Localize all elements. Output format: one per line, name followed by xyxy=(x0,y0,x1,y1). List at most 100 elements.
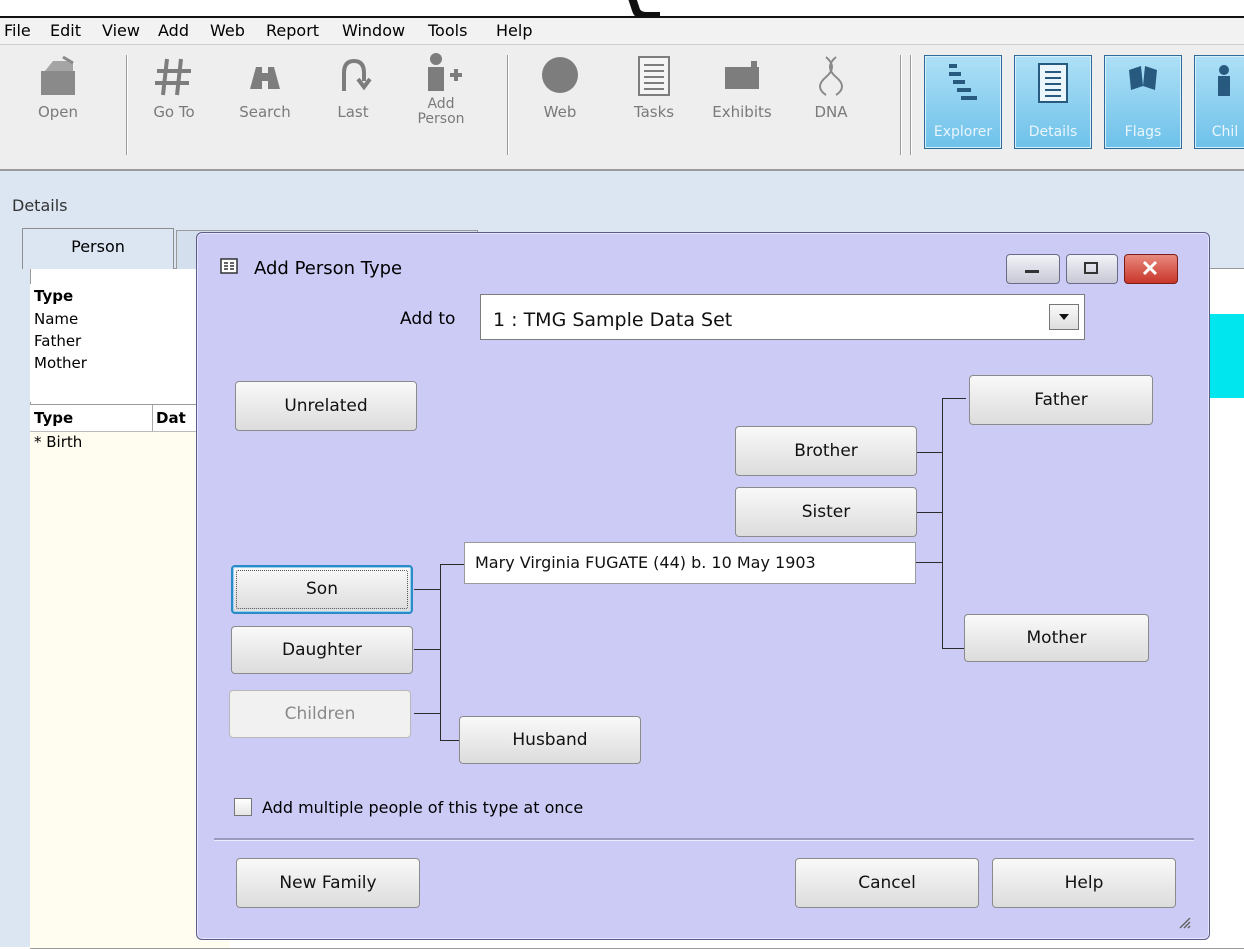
add-person-button[interactable]: Add Person xyxy=(396,49,486,127)
connector-line xyxy=(942,398,966,399)
camera-icon xyxy=(725,61,759,89)
web-button[interactable]: Web xyxy=(520,49,600,120)
add-multiple-checkbox[interactable] xyxy=(234,798,252,816)
toolbar-separator xyxy=(507,55,509,155)
father-button[interactable]: Father xyxy=(969,375,1153,425)
menu-help[interactable]: Help xyxy=(496,21,532,40)
last-button[interactable]: Last xyxy=(318,49,388,120)
new-family-button[interactable]: New Family xyxy=(236,858,420,908)
details-list-icon xyxy=(1038,63,1068,103)
grid-header-date: Dat xyxy=(156,409,186,427)
globe-icon xyxy=(542,57,578,93)
mother-button[interactable]: Mother xyxy=(964,614,1149,662)
subject-person-field: Mary Virginia FUGATE (44) b. 10 May 1903 xyxy=(464,542,916,584)
menu-file[interactable]: File xyxy=(4,21,31,40)
dropdown-arrow-button[interactable] xyxy=(1049,304,1079,330)
toolbar-separator xyxy=(900,55,902,155)
add-to-label: Add to xyxy=(400,309,456,329)
add-person-label-line1: Add xyxy=(427,96,455,112)
connector-line xyxy=(942,648,964,649)
go-to-label: Go To xyxy=(153,103,195,121)
connector-line xyxy=(414,589,440,590)
dialog-title: Add Person Type xyxy=(254,258,403,279)
go-to-button[interactable]: Go To xyxy=(134,49,214,120)
menu-tools[interactable]: Tools xyxy=(428,21,467,40)
toolbar: Open Go To Search Last Add Person Web Ta… xyxy=(0,45,1244,171)
add-person-icon xyxy=(428,53,462,91)
close-button[interactable] xyxy=(1124,254,1178,284)
flags-view-button[interactable]: Flags xyxy=(1104,55,1182,149)
web-label: Web xyxy=(543,103,577,121)
brother-button[interactable]: Brother xyxy=(735,426,917,476)
children-view-button[interactable]: Chil xyxy=(1194,55,1244,149)
explorer-tree-icon xyxy=(949,64,977,100)
connector-line xyxy=(414,713,440,714)
add-to-value: 1 : TMG Sample Data Set xyxy=(493,309,733,331)
tasks-icon xyxy=(638,56,670,96)
flags-label: Flags xyxy=(1124,124,1162,140)
binoculars-icon xyxy=(250,67,280,89)
minimize-icon xyxy=(1025,270,1039,273)
folder-icon xyxy=(41,55,75,95)
connector-line xyxy=(916,452,942,453)
search-button[interactable]: Search xyxy=(220,49,310,120)
menu-view[interactable]: View xyxy=(102,21,140,40)
maximize-icon xyxy=(1084,262,1098,274)
explorer-label: Explorer xyxy=(933,124,993,140)
menu-window[interactable]: Window xyxy=(342,21,405,40)
menu-report[interactable]: Report xyxy=(266,21,319,40)
son-button[interactable]: Son xyxy=(231,565,413,614)
close-icon xyxy=(1142,260,1158,276)
exhibits-button[interactable]: Exhibits xyxy=(702,49,782,120)
add-to-dropdown[interactable]: 1 : TMG Sample Data Set xyxy=(480,294,1085,340)
details-label: Details xyxy=(1028,124,1078,140)
husband-button[interactable]: Husband xyxy=(459,716,641,764)
flags-icon xyxy=(1129,66,1157,90)
tasks-button[interactable]: Tasks xyxy=(614,49,694,120)
dna-icon xyxy=(819,56,843,96)
connector-line xyxy=(916,512,942,513)
menu-edit[interactable]: Edit xyxy=(50,21,81,40)
add-person-label-line2: Person xyxy=(417,111,465,127)
add-multiple-label: Add multiple people of this type at once xyxy=(262,798,584,817)
menu-add[interactable]: Add xyxy=(158,21,189,40)
last-label: Last xyxy=(337,103,369,121)
unrelated-button[interactable]: Unrelated xyxy=(235,381,417,431)
dna-button[interactable]: DNA xyxy=(796,49,866,120)
explorer-view-button[interactable]: Explorer xyxy=(924,55,1002,149)
open-label: Open xyxy=(37,103,79,121)
toolbar-separator xyxy=(910,55,912,155)
cancel-button[interactable]: Cancel xyxy=(795,858,979,908)
menu-bar: File Edit View Add Web Report Window Too… xyxy=(0,18,1244,45)
minimize-button[interactable] xyxy=(1006,254,1060,284)
connector-line xyxy=(916,562,942,563)
dialog-separator xyxy=(214,838,1194,841)
daughter-button[interactable]: Daughter xyxy=(231,626,413,674)
chevron-down-icon xyxy=(1059,314,1069,320)
connector-line xyxy=(942,398,943,648)
search-label: Search xyxy=(239,103,291,121)
connector-line xyxy=(440,740,460,741)
details-view-button[interactable]: Details xyxy=(1014,55,1092,149)
open-button[interactable]: Open xyxy=(18,49,98,120)
tab-person[interactable]: Person xyxy=(22,228,174,269)
connector-line xyxy=(414,649,440,650)
children-button[interactable]: Children xyxy=(229,690,411,738)
children-icon xyxy=(1218,65,1230,96)
dialog-form-icon xyxy=(220,258,238,274)
tasks-label: Tasks xyxy=(633,103,675,121)
toolbar-separator xyxy=(126,55,128,155)
maximize-button[interactable] xyxy=(1066,254,1118,284)
focus-rectangle xyxy=(236,570,408,609)
column-divider xyxy=(152,405,153,431)
children-label: Chil xyxy=(1211,124,1239,140)
resize-grip-icon[interactable] xyxy=(1176,914,1192,930)
hash-icon xyxy=(155,58,191,96)
connector-line xyxy=(440,564,441,740)
sister-button[interactable]: Sister xyxy=(735,487,917,537)
details-title: Details xyxy=(12,196,68,215)
event-row-type[interactable]: * Birth xyxy=(34,433,82,451)
menu-web[interactable]: Web xyxy=(210,21,245,40)
grid-header-type: Type xyxy=(34,409,74,427)
help-button[interactable]: Help xyxy=(992,858,1176,908)
